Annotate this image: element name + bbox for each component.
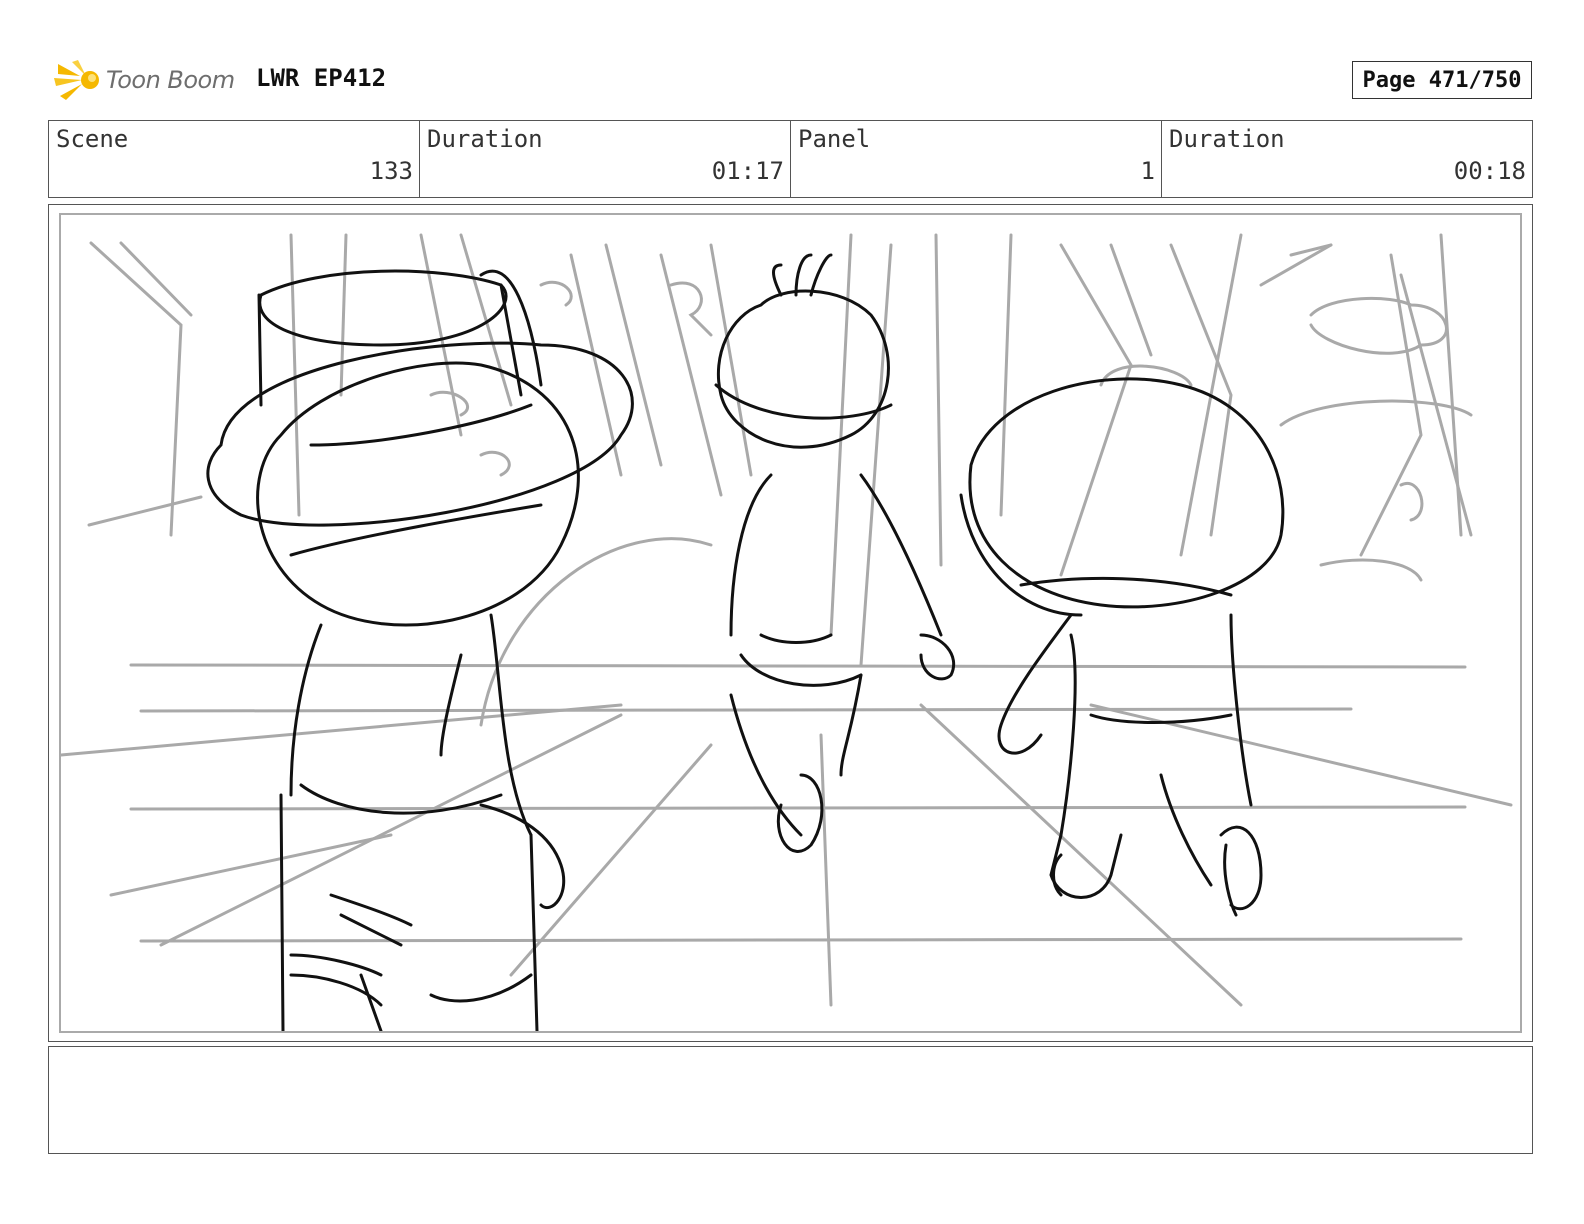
starburst-icon <box>54 60 99 100</box>
toon-boom-logo: Toon Boom <box>50 56 240 104</box>
panel-duration-cell: Duration 00:18 <box>1162 121 1532 197</box>
scene-duration-cell: Duration 01:17 <box>420 121 791 197</box>
storyboard-sketch <box>61 233 1513 1031</box>
scene-info-row: Scene 133 Duration 01:17 Panel 1 Duratio… <box>48 120 1533 198</box>
scene-label: Scene <box>56 125 129 153</box>
scene-cell: Scene 133 <box>49 121 420 197</box>
panel-cell: Panel 1 <box>791 121 1162 197</box>
panel-frame <box>59 213 1522 1033</box>
storyboard-panel <box>48 204 1533 1042</box>
panel-duration-label: Duration <box>1169 125 1285 153</box>
scene-duration-value: 01:17 <box>711 157 784 185</box>
panel-duration-value: 00:18 <box>1453 157 1526 185</box>
background-sketch <box>61 233 1513 1007</box>
panel-notes <box>48 1046 1533 1154</box>
panel-value: 1 <box>1140 157 1155 185</box>
logo-text: Toon Boom <box>106 66 235 94</box>
scene-value: 133 <box>369 157 413 185</box>
page-number: Page 471/750 <box>1352 61 1532 99</box>
character-sketch <box>206 253 1285 1031</box>
project-title: LWR EP412 <box>256 64 387 92</box>
scene-duration-label: Duration <box>427 125 543 153</box>
panel-label: Panel <box>798 125 871 153</box>
